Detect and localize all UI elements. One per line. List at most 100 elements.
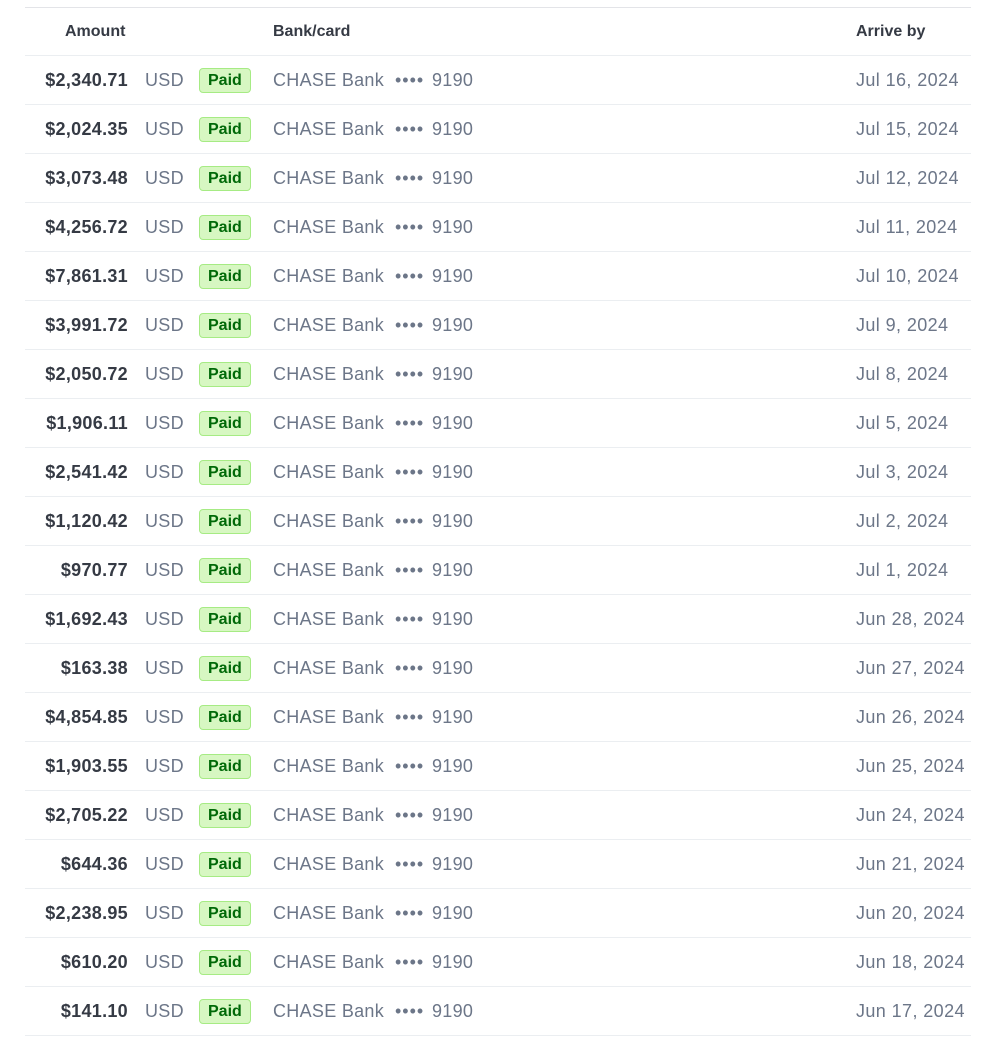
status-badge: Paid [199, 214, 251, 240]
status-cell: Paid [199, 56, 251, 104]
column-header-amount[interactable]: Amount [65, 8, 125, 55]
amount-cell: $163.38 [60, 657, 128, 678]
status-cell: Paid [199, 448, 251, 496]
arrive-by-date: Jul 2, 2024 [856, 510, 949, 531]
amount-cell: $3,073.48 [45, 167, 128, 188]
table-row[interactable]: $4,854.85 USD Paid CHASE Bank •••• 9190 … [25, 693, 971, 742]
arrive-by-date: Jun 21, 2024 [856, 853, 965, 874]
status-badge: Paid [199, 116, 251, 142]
table-row[interactable]: $141.10 USD Paid CHASE Bank •••• 9190 Ju… [25, 987, 971, 1036]
column-header-bank-card[interactable]: Bank/card [273, 8, 350, 55]
status-cell: Paid [199, 938, 251, 986]
bank-name: CHASE Bank [273, 902, 385, 923]
arrive-by-date: Jun 25, 2024 [856, 755, 965, 776]
status-cell: Paid [199, 987, 251, 1035]
arrive-by-date: Jul 15, 2024 [856, 118, 959, 139]
table-row[interactable]: $644.36 USD Paid CHASE Bank •••• 9190 Ju… [25, 840, 971, 889]
table-row[interactable]: $3,073.48 USD Paid CHASE Bank •••• 9190 … [25, 154, 971, 203]
card-last4: 9190 [432, 755, 474, 776]
status-cell: Paid [199, 497, 251, 545]
bank-name: CHASE Bank [273, 755, 385, 776]
currency-cell: USD [145, 755, 184, 776]
table-header: Amount Bank/card Arrive by [25, 8, 971, 56]
currency-cell: USD [145, 853, 184, 874]
currency-cell: USD [145, 657, 184, 678]
arrive-by-date: Jun 28, 2024 [856, 608, 965, 629]
bank-name: CHASE Bank [273, 853, 385, 874]
status-badge: Paid [199, 655, 251, 681]
arrive-by-date: Jul 16, 2024 [856, 69, 959, 90]
status-cell: Paid [199, 301, 251, 349]
status-badge: Paid [199, 949, 251, 975]
amount-cell: $141.10 [60, 1000, 128, 1021]
card-mask: •••• [395, 412, 425, 433]
arrive-by-date: Jul 10, 2024 [856, 265, 959, 286]
status-badge: Paid [199, 851, 251, 877]
status-badge: Paid [199, 753, 251, 779]
amount-cell: $2,238.95 [45, 902, 128, 923]
card-last4: 9190 [432, 461, 474, 482]
card-mask: •••• [395, 706, 425, 727]
status-cell: Paid [199, 546, 251, 594]
amount-cell: $3,991.72 [45, 314, 128, 335]
amount-cell: $644.36 [60, 853, 128, 874]
table-row[interactable]: $2,340.71 USD Paid CHASE Bank •••• 9190 … [25, 56, 971, 105]
bank-name: CHASE Bank [273, 412, 385, 433]
table-row[interactable]: $1,120.42 USD Paid CHASE Bank •••• 9190 … [25, 497, 971, 546]
status-badge: Paid [199, 704, 251, 730]
bank-name: CHASE Bank [273, 69, 385, 90]
currency-cell: USD [145, 706, 184, 727]
status-cell: Paid [199, 693, 251, 741]
table-row[interactable]: $4,256.72 USD Paid CHASE Bank •••• 9190 … [25, 203, 971, 252]
status-cell: Paid [199, 840, 251, 888]
table-row[interactable]: $3,991.72 USD Paid CHASE Bank •••• 9190 … [25, 301, 971, 350]
card-last4: 9190 [432, 902, 474, 923]
arrive-by-date: Jul 1, 2024 [856, 559, 949, 580]
card-last4: 9190 [432, 167, 474, 188]
table-row[interactable]: $1,692.43 USD Paid CHASE Bank •••• 9190 … [25, 595, 971, 644]
table-row[interactable]: $1,906.11 USD Paid CHASE Bank •••• 9190 … [25, 399, 971, 448]
status-badge: Paid [199, 410, 251, 436]
bank-name: CHASE Bank [273, 804, 385, 825]
table-row[interactable]: $610.20 USD Paid CHASE Bank •••• 9190 Ju… [25, 938, 971, 987]
amount-cell: $2,541.42 [45, 461, 128, 482]
card-mask: •••• [395, 804, 425, 825]
currency-cell: USD [145, 314, 184, 335]
currency-cell: USD [145, 69, 184, 90]
card-last4: 9190 [432, 314, 474, 335]
table-row[interactable]: $970.77 USD Paid CHASE Bank •••• 9190 Ju… [25, 546, 971, 595]
status-cell: Paid [199, 105, 251, 153]
status-badge: Paid [199, 361, 251, 387]
status-badge: Paid [199, 557, 251, 583]
card-mask: •••• [395, 167, 425, 188]
bank-name: CHASE Bank [273, 461, 385, 482]
arrive-by-date: Jun 26, 2024 [856, 706, 965, 727]
currency-cell: USD [145, 265, 184, 286]
table-row[interactable]: $2,705.22 USD Paid CHASE Bank •••• 9190 … [25, 791, 971, 840]
column-header-arrive-by[interactable]: Arrive by [856, 8, 925, 55]
amount-cell: $2,705.22 [45, 804, 128, 825]
card-mask: •••• [395, 853, 425, 874]
card-last4: 9190 [432, 853, 474, 874]
card-last4: 9190 [432, 118, 474, 139]
arrive-by-date: Jun 20, 2024 [856, 902, 965, 923]
status-badge: Paid [199, 459, 251, 485]
amount-cell: $2,340.71 [45, 69, 128, 90]
status-badge: Paid [199, 67, 251, 93]
table-row[interactable]: $2,024.35 USD Paid CHASE Bank •••• 9190 … [25, 105, 971, 154]
arrive-by-date: Jul 5, 2024 [856, 412, 949, 433]
table-row[interactable]: $1,903.55 USD Paid CHASE Bank •••• 9190 … [25, 742, 971, 791]
bank-name: CHASE Bank [273, 510, 385, 531]
table-row[interactable]: $7,861.31 USD Paid CHASE Bank •••• 9190 … [25, 252, 971, 301]
arrive-by-date: Jul 3, 2024 [856, 461, 949, 482]
card-mask: •••• [395, 363, 425, 384]
card-mask: •••• [395, 265, 425, 286]
table-row[interactable]: $2,541.42 USD Paid CHASE Bank •••• 9190 … [25, 448, 971, 497]
table-row[interactable]: $2,238.95 USD Paid CHASE Bank •••• 9190 … [25, 889, 971, 938]
bank-name: CHASE Bank [273, 216, 385, 237]
table-row[interactable]: $163.38 USD Paid CHASE Bank •••• 9190 Ju… [25, 644, 971, 693]
card-mask: •••• [395, 461, 425, 482]
table-row[interactable]: $2,050.72 USD Paid CHASE Bank •••• 9190 … [25, 350, 971, 399]
status-badge: Paid [199, 900, 251, 926]
card-mask: •••• [395, 951, 425, 972]
